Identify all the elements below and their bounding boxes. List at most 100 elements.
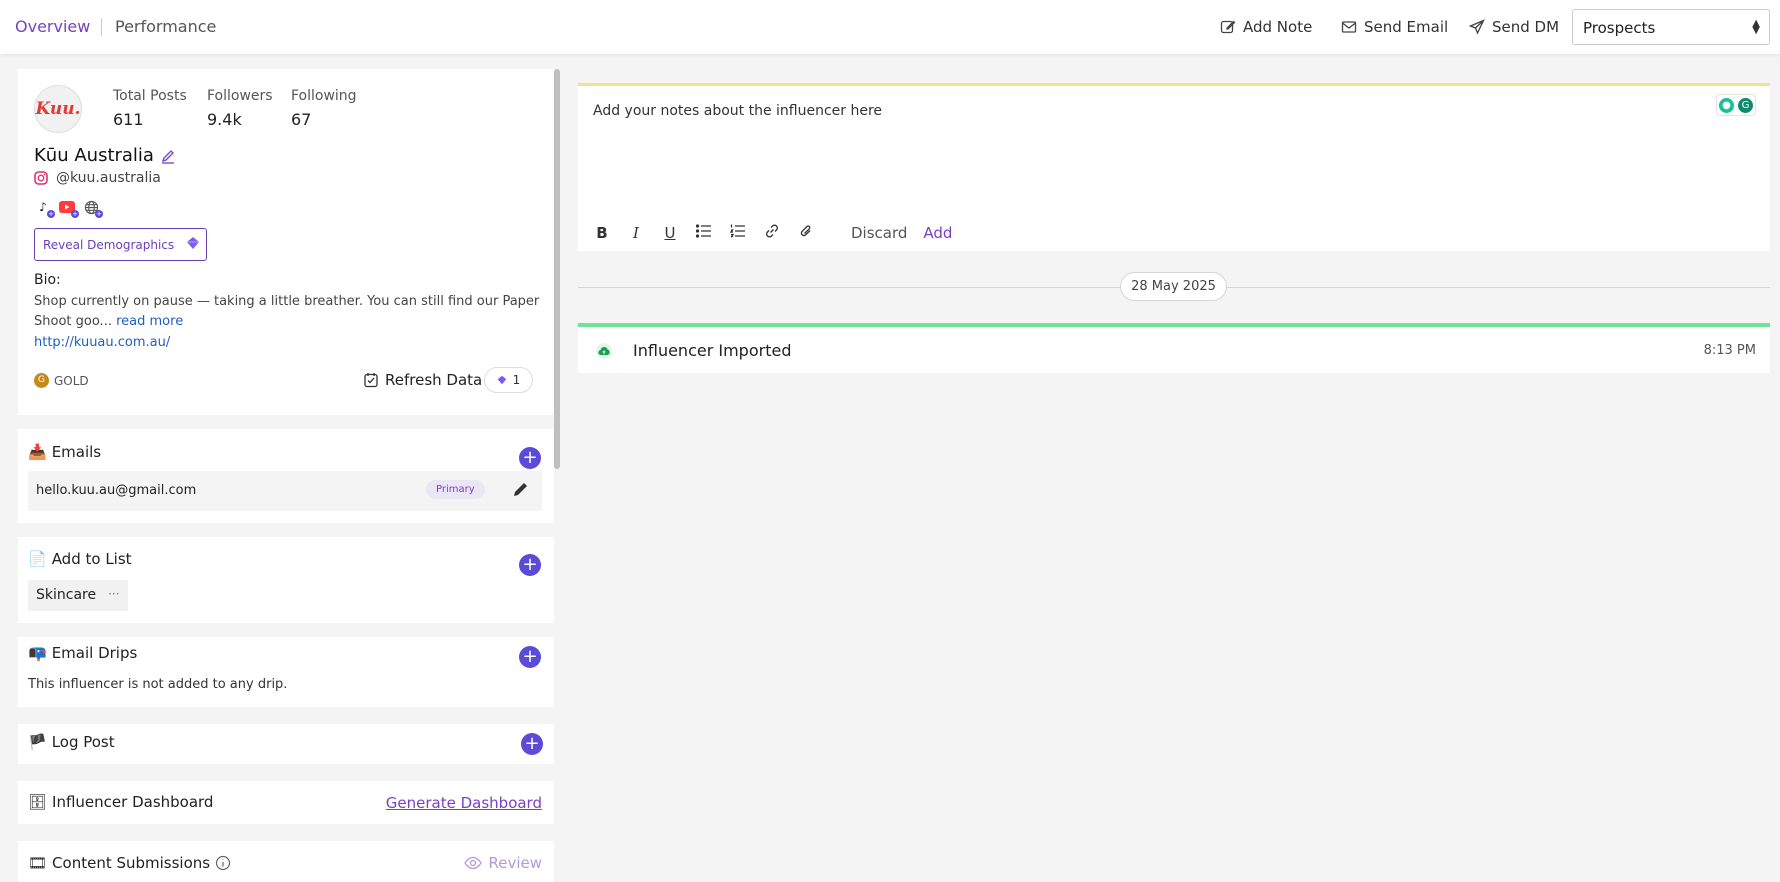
bio-label: Bio:: [34, 272, 61, 288]
email-address[interactable]: hello.kuu.au@gmail.com: [36, 483, 196, 498]
underline-icon[interactable]: U: [661, 224, 679, 242]
cabinet-icon: 🗄: [28, 793, 48, 811]
review-label: Review: [488, 854, 542, 872]
list-chip-label: Skincare: [36, 587, 97, 603]
stat-total-posts: Total Posts 611: [113, 88, 187, 129]
log-post-button[interactable]: +: [521, 733, 543, 755]
stat-value: 67: [291, 110, 312, 129]
refresh-data-label: Refresh Data: [385, 371, 483, 389]
emails-section: 📥 Emails + hello.kuu.au@gmail.com Primar…: [18, 429, 554, 523]
grammarly-icon: G: [1738, 97, 1753, 113]
emails-title: Emails: [51, 443, 102, 461]
profile-card: Kuu. Total Posts 611 Followers 9.4k Foll…: [18, 69, 554, 415]
send-email-button[interactable]: Send Email: [1341, 18, 1448, 36]
edit-note-icon: [1220, 20, 1236, 34]
social-icons: ♪ + + +: [34, 198, 103, 218]
select-caret-icon: ▲ ▼: [1752, 18, 1760, 36]
stat-following: Following 67: [291, 88, 357, 129]
bulb-icon: ●: [1719, 97, 1734, 113]
cloud-upload-icon: [596, 343, 612, 359]
grammarly-widget[interactable]: ● G: [1716, 94, 1756, 116]
mail-icon: [1341, 21, 1357, 33]
gem-icon: [497, 375, 506, 385]
profile-name: Kūu Australia: [34, 145, 154, 166]
profile-name-row: Kūu Australia: [34, 145, 176, 166]
note-editor[interactable]: Add your notes about the influencer here…: [578, 83, 1770, 251]
log-post-section: 🏴 Log Post +: [18, 724, 554, 764]
reveal-demographics-label: Reveal Demographics: [43, 238, 175, 252]
stat-label: Following: [291, 88, 357, 104]
log-post-title: Log Post: [51, 733, 115, 751]
add-email-button[interactable]: +: [519, 447, 541, 469]
drips-empty-text: This influencer is not added to any drip…: [28, 677, 288, 692]
send-dm-label: Send DM: [1492, 18, 1560, 36]
influencer-dashboard-section: 🗄 Influencer Dashboard Generate Dashboar…: [18, 781, 554, 824]
generate-dashboard-link[interactable]: Generate Dashboard: [386, 794, 542, 812]
tab-overview[interactable]: Overview: [15, 17, 90, 36]
tab-performance[interactable]: Performance: [115, 17, 216, 36]
add-to-list-button[interactable]: +: [519, 554, 541, 576]
tiktok-icon[interactable]: ♪ +: [34, 198, 55, 218]
attachment-icon[interactable]: [797, 223, 815, 243]
refresh-data-button[interactable]: Refresh Data: [363, 371, 482, 389]
read-more-link[interactable]: read more: [116, 314, 183, 329]
top-bar: Overview Performance Add Note Send Email…: [0, 0, 1780, 54]
content-submissions-title: Content Submissions: [52, 854, 211, 872]
credit-count: 1: [512, 373, 521, 387]
tier-badge: G GOLD: [34, 373, 89, 388]
link-icon[interactable]: [763, 223, 781, 243]
more-options-icon[interactable]: ···: [108, 587, 119, 604]
timeline-date: 28 May 2025: [1120, 272, 1227, 301]
edit-email-icon[interactable]: [512, 480, 530, 503]
timeline-event-time: 8:13 PM: [1703, 343, 1756, 358]
email-drips-title-row: 📭 Email Drips: [28, 644, 137, 662]
inbox-icon: 📥: [28, 443, 47, 461]
profile-handle-row: @kuu.australia: [34, 170, 161, 186]
bullet-list-icon[interactable]: [695, 224, 713, 242]
email-drips-title: Email Drips: [51, 644, 138, 662]
stat-value: 9.4k: [207, 110, 242, 129]
list-chip[interactable]: Skincare ···: [28, 580, 128, 611]
pencil-icon[interactable]: [160, 148, 176, 164]
bold-icon[interactable]: B: [593, 224, 611, 242]
send-email-label: Send Email: [1364, 18, 1449, 36]
gem-icon: [187, 237, 199, 249]
bio-text-body: Shop currently on pause — taking a littl…: [34, 294, 540, 329]
stat-value: 611: [113, 110, 144, 129]
review-button[interactable]: Review: [464, 854, 542, 872]
stat-label: Followers: [207, 88, 273, 104]
emails-title-row: 📥 Emails: [28, 443, 101, 461]
youtube-icon[interactable]: +: [58, 198, 79, 218]
profile-handle[interactable]: @kuu.australia: [56, 170, 161, 186]
reveal-demographics-button[interactable]: Reveal Demographics: [34, 228, 207, 261]
italic-icon[interactable]: I: [627, 224, 645, 242]
send-dm-button[interactable]: Send DM: [1469, 18, 1559, 36]
website-link[interactable]: http://kuuau.com.au/: [34, 335, 170, 350]
left-panel-scrollbar[interactable]: [554, 69, 560, 469]
instagram-icon: [34, 171, 48, 185]
stat-label: Total Posts: [113, 88, 187, 104]
gold-coin-icon: G: [34, 373, 49, 388]
info-icon[interactable]: [215, 855, 231, 871]
document-icon: 📄: [28, 550, 47, 568]
add-note-button[interactable]: Add Note: [1220, 18, 1312, 36]
status-select[interactable]: Prospects ▲ ▼: [1572, 9, 1770, 45]
note-editor-placeholder[interactable]: Add your notes about the influencer here: [593, 103, 882, 119]
add-to-list-title: Add to List: [51, 550, 132, 568]
add-to-drip-button[interactable]: +: [519, 646, 541, 668]
tab-divider: [101, 18, 102, 36]
left-panel: Kuu. Total Posts 611 Followers 9.4k Foll…: [18, 69, 554, 882]
credit-counter: 1: [484, 367, 533, 393]
website-icon[interactable]: +: [82, 198, 103, 218]
send-icon: [1469, 19, 1485, 35]
add-note-submit-button[interactable]: Add: [923, 224, 952, 242]
numbered-list-icon[interactable]: [729, 224, 747, 242]
tier-label: GOLD: [54, 373, 89, 388]
content-submissions-section: 🎞 Content Submissions Review: [18, 841, 554, 882]
film-reel-icon: 🎞: [28, 854, 48, 872]
discard-button[interactable]: Discard: [851, 224, 907, 242]
email-drips-section: 📭 Email Drips + This influencer is not a…: [18, 637, 554, 707]
stat-followers: Followers 9.4k: [207, 88, 273, 129]
editor-toolbar: B I U Discard Add: [593, 223, 952, 243]
flag-icon: 🏴: [28, 733, 47, 751]
